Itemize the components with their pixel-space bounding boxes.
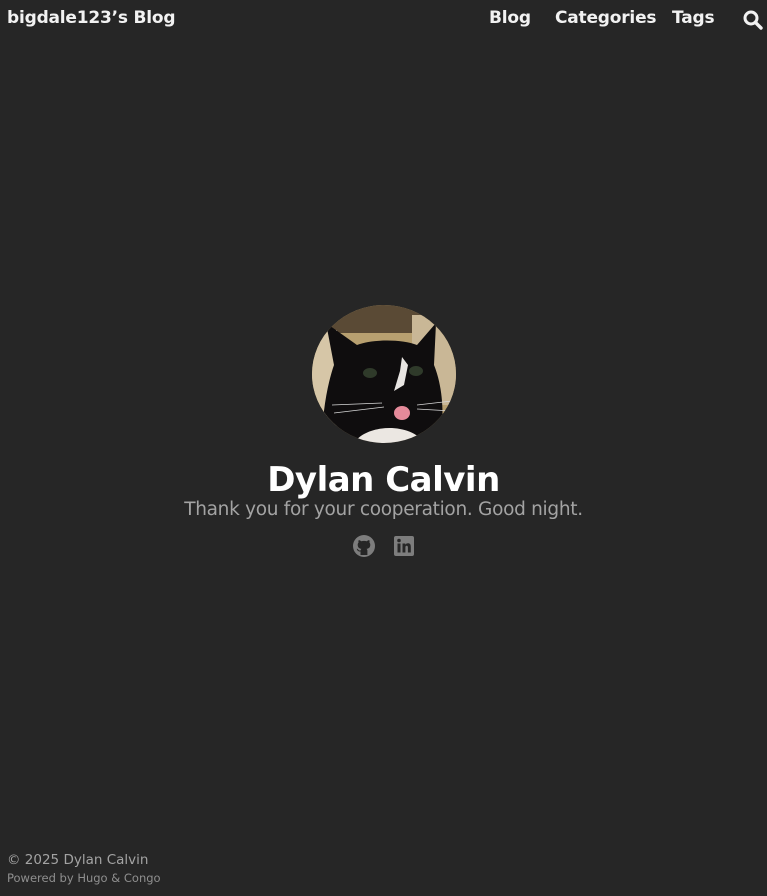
social-links <box>0 534 767 560</box>
nav-tags[interactable]: Tags <box>672 8 715 28</box>
github-link[interactable] <box>352 534 376 558</box>
search-button[interactable] <box>743 10 763 30</box>
linkedin-link[interactable] <box>392 534 416 558</box>
powered-amp: & <box>111 871 121 885</box>
copyright-text: © 2025 Dylan Calvin <box>7 852 149 868</box>
congo-link[interactable]: Congo <box>124 871 161 885</box>
hugo-link[interactable]: Hugo <box>77 871 107 885</box>
site-title-link[interactable]: bigdale123’s Blog <box>7 8 176 28</box>
powered-by-text: Powered by Hugo & Congo <box>7 870 161 886</box>
author-name: Dylan Calvin <box>267 460 500 500</box>
author-tagline: Thank you for your cooperation. Good nig… <box>184 499 583 520</box>
search-icon <box>743 10 763 30</box>
linkedin-icon <box>393 536 414 556</box>
profile-section: Dylan Calvin Thank you for your cooperat… <box>0 305 767 560</box>
site-header: bigdale123’s Blog Blog Categories Tags <box>0 0 767 40</box>
github-icon <box>352 535 375 557</box>
nav-blog[interactable]: Blog <box>489 8 531 28</box>
avatar <box>311 305 456 443</box>
nav-categories[interactable]: Categories <box>555 8 657 28</box>
page: bigdale123’s Blog Blog Categories Tags D… <box>0 0 767 896</box>
site-footer: © 2025 Dylan Calvin Powered by Hugo & Co… <box>7 850 161 886</box>
powered-prefix: Powered by <box>7 871 74 885</box>
